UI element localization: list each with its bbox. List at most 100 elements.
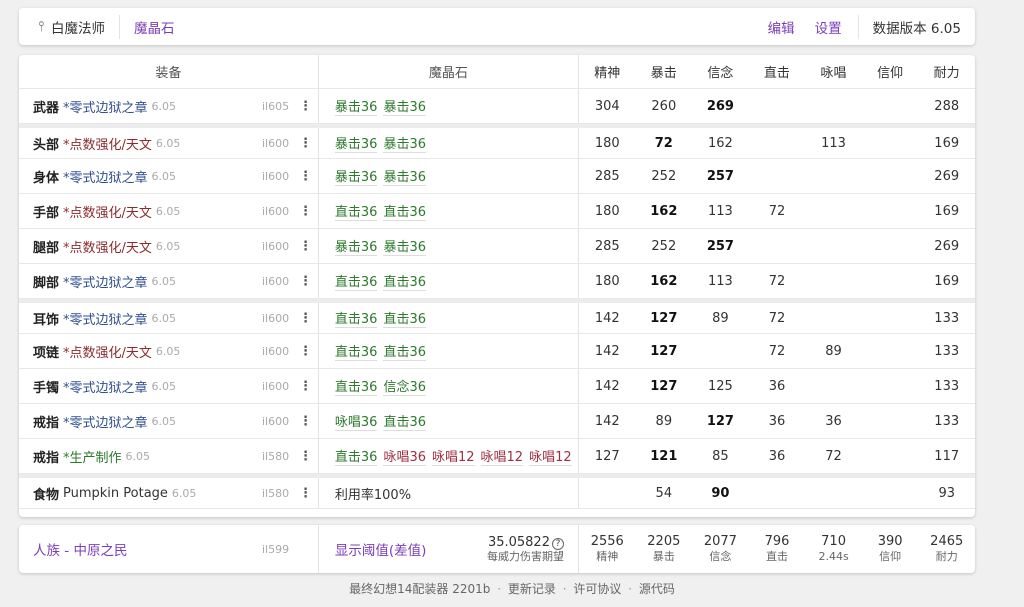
changelog-link[interactable]: 更新记录 xyxy=(508,582,556,596)
gear-name[interactable]: *点数强化/天文 xyxy=(63,342,152,361)
gear-name[interactable]: *零式边狱之章 xyxy=(63,309,148,328)
materia-slot[interactable]: 直击36 xyxy=(383,411,426,431)
gear-cell[interactable]: 项链 *点数强化/天文 6.05 il600 ⋮ xyxy=(19,334,319,368)
materia-slot[interactable]: 暴击36 xyxy=(383,96,426,116)
table-row: 脚部 *零式边狱之章 6.05 il600 ⋮ 直击36 直击36 180 162 113 72 16… xyxy=(19,264,975,299)
gear-name[interactable]: *点数强化/天文 xyxy=(63,134,152,153)
materia-slot[interactable]: 直击36 xyxy=(334,341,378,361)
gear-cell[interactable]: 食物 Pumpkin Potage 6.05 il580 ⋮ xyxy=(19,478,319,508)
more-options-icon[interactable]: ⋮ xyxy=(299,486,312,501)
separator: · xyxy=(562,582,567,596)
food-efficiency[interactable]: 利用率100% xyxy=(335,484,411,503)
table-header: 装备 魔晶石 精神 暴击 信念 直击 咏唱 信仰 耐力 xyxy=(19,55,975,89)
gear-cell[interactable]: 耳饰 *零式边狱之章 6.05 il600 ⋮ xyxy=(19,303,319,333)
more-options-icon[interactable]: ⋮ xyxy=(299,136,312,151)
race-selector[interactable]: 人族 - 中原之民 xyxy=(33,539,127,559)
materia-slot[interactable]: 信念36 xyxy=(383,376,426,396)
materia-cell[interactable]: 直击36 信念36 xyxy=(319,369,579,403)
gear-cell[interactable]: 戒指 *生产制作 6.05 il580 ⋮ xyxy=(19,439,319,473)
materia-slot[interactable]: 暴击36 xyxy=(334,133,378,153)
gear-name[interactable]: Pumpkin Potage xyxy=(63,486,168,501)
help-icon[interactable]: ? xyxy=(551,537,564,550)
gear-name[interactable]: *零式边狱之章 xyxy=(63,377,148,396)
materia-slot[interactable]: 暴击36 xyxy=(383,166,426,186)
more-options-icon[interactable]: ⋮ xyxy=(299,239,312,254)
materia-slot[interactable]: 暴击36 xyxy=(334,166,378,186)
settings-link[interactable]: 设置 xyxy=(805,17,852,37)
gear-cell[interactable]: 戒指 *零式边狱之章 6.05 il600 ⋮ xyxy=(19,404,319,438)
more-options-icon[interactable]: ⋮ xyxy=(299,414,312,429)
more-options-icon[interactable]: ⋮ xyxy=(299,204,312,219)
materia-slot[interactable]: 暴击36 xyxy=(383,236,426,256)
materia-slot[interactable]: 直击36 xyxy=(383,201,426,221)
total-stat-label: 精神 xyxy=(596,550,619,564)
materia-cell[interactable]: 暴击36 暴击36 xyxy=(319,128,579,158)
gear-cell[interactable]: 腿部 *点数强化/天文 6.05 il600 ⋮ xyxy=(19,229,319,263)
materia-slot[interactable]: 暴击36 xyxy=(334,96,378,116)
stat-value: 127 xyxy=(650,378,678,394)
col-equip: 装备 xyxy=(155,66,182,81)
materia-cell[interactable]: 直击36 直击36 xyxy=(319,334,579,368)
stat-value: 169 xyxy=(934,135,960,151)
materia-slot[interactable]: 直击36 xyxy=(334,376,378,396)
gear-cell[interactable]: 武器 *零式边狱之章 6.05 il605 ⋮ xyxy=(19,89,319,123)
gear-cell[interactable]: 手部 *点数强化/天文 6.05 il600 ⋮ xyxy=(19,194,319,228)
edit-link[interactable]: 编辑 xyxy=(758,17,805,37)
tab-materia[interactable]: 魔晶石 xyxy=(120,17,189,37)
materia-cell[interactable]: 直击36 直击36 xyxy=(319,303,579,333)
materia-slot[interactable]: 咏唱12 xyxy=(480,446,524,466)
more-options-icon[interactable]: ⋮ xyxy=(299,99,312,114)
materia-cell[interactable]: 暴击36 暴击36 xyxy=(319,89,579,123)
stat-value: 285 xyxy=(594,238,620,254)
materia-cell[interactable]: 咏唱36 直击36 xyxy=(319,404,579,438)
slot-name: 手部 xyxy=(33,205,60,221)
materia-slot[interactable]: 直击36 xyxy=(383,271,426,291)
source-link[interactable]: 源代码 xyxy=(639,582,675,596)
threshold-toggle[interactable]: 显示阈值(差值) xyxy=(335,539,427,559)
gear-name[interactable]: *零式边狱之章 xyxy=(63,272,148,291)
more-options-icon[interactable]: ⋮ xyxy=(299,274,312,289)
materia-slot[interactable]: 直击36 xyxy=(383,308,426,328)
materia-cell[interactable]: 直击36 咏唱36 咏唱12 咏唱12 咏唱12 xyxy=(319,439,579,473)
job-selector[interactable]: ⫯ 白魔法师 xyxy=(19,14,120,39)
gear-name[interactable]: *零式边狱之章 xyxy=(63,412,148,431)
materia-slot[interactable]: 直击36 xyxy=(334,308,378,328)
summary-bar: 人族 - 中原之民 il599 显示阈值(差值) 35.05822? 每威力伤害… xyxy=(19,525,975,573)
gear-cell[interactable]: 身体 *零式边狱之章 6.05 il600 ⋮ xyxy=(19,159,319,193)
materia-cell[interactable]: 暴击36 暴击36 xyxy=(319,229,579,263)
materia-slot[interactable]: 咏唱36 xyxy=(383,446,426,466)
more-options-icon[interactable]: ⋮ xyxy=(299,311,312,326)
gear-cell[interactable]: 头部 *点数强化/天文 6.05 il600 ⋮ xyxy=(19,128,319,158)
materia-slot[interactable]: 直击36 xyxy=(334,201,378,221)
materia-slot[interactable]: 咏唱12 xyxy=(529,446,572,466)
more-options-icon[interactable]: ⋮ xyxy=(299,449,312,464)
materia-slot[interactable]: 咏唱12 xyxy=(431,446,475,466)
more-options-icon[interactable]: ⋮ xyxy=(299,169,312,184)
table-row: 耳饰 *零式边狱之章 6.05 il600 ⋮ 直击36 直击36 142 127 89 72 133 xyxy=(19,299,975,334)
gear-cell[interactable]: 手镯 *零式边狱之章 6.05 il600 ⋮ xyxy=(19,369,319,403)
license-link[interactable]: 许可协议 xyxy=(573,582,621,596)
more-options-icon[interactable]: ⋮ xyxy=(299,379,312,394)
materia-slot[interactable]: 暴击36 xyxy=(334,236,378,256)
gear-name[interactable]: *生产制作 xyxy=(63,447,122,466)
total-stat-label: 2.44s xyxy=(818,550,849,564)
stat-value: 133 xyxy=(934,378,960,394)
gear-name[interactable]: *点数强化/天文 xyxy=(63,202,152,221)
more-options-icon[interactable]: ⋮ xyxy=(299,344,312,359)
materia-cell[interactable]: 直击36 直击36 xyxy=(319,194,579,228)
gear-name[interactable]: *点数强化/天文 xyxy=(63,237,152,256)
stat-value: 169 xyxy=(934,203,960,219)
gear-name[interactable]: *零式边狱之章 xyxy=(63,167,148,186)
materia-slot[interactable]: 暴击36 xyxy=(383,133,426,153)
materia-cell[interactable]: 利用率100% xyxy=(319,478,579,508)
materia-slot[interactable]: 直击36 xyxy=(334,446,378,466)
materia-slot[interactable]: 咏唱36 xyxy=(334,411,378,431)
materia-cell[interactable]: 直击36 直击36 xyxy=(319,264,579,298)
gear-name[interactable]: *零式边狱之章 xyxy=(63,97,148,116)
damage-expectation: 35.05822? 每威力伤害期望 xyxy=(487,535,564,564)
stat-value: 72 xyxy=(825,448,842,464)
materia-cell[interactable]: 暴击36 暴击36 xyxy=(319,159,579,193)
materia-slot[interactable]: 直击36 xyxy=(334,271,378,291)
gear-cell[interactable]: 脚部 *零式边狱之章 6.05 il600 ⋮ xyxy=(19,264,319,298)
materia-slot[interactable]: 直击36 xyxy=(383,341,426,361)
